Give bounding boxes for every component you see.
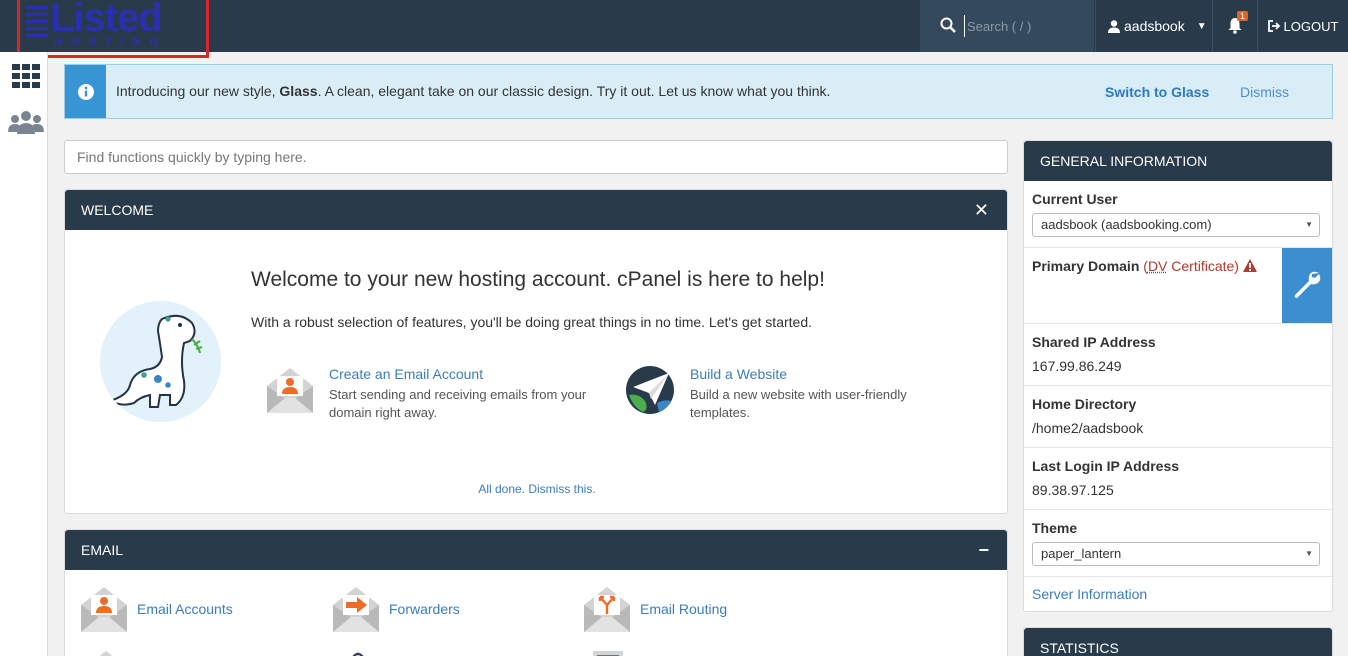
grid-icon[interactable]: [12, 64, 40, 88]
chevron-down-icon: ▼: [1197, 21, 1207, 32]
last-login-value: 89.38.97.125: [1032, 482, 1332, 498]
notifications-button[interactable]: 1: [1212, 0, 1257, 52]
create-email-feature: Create an Email Account Start sending an…: [329, 366, 589, 422]
current-user-value: aadsbook (aadsbooking.com): [1041, 217, 1212, 232]
last-login-label: Last Login IP Address: [1032, 458, 1332, 474]
manage-domain-button[interactable]: [1282, 248, 1332, 323]
notification-badge: 1: [1237, 11, 1248, 21]
cert-dv-abbr: DV: [1148, 258, 1167, 274]
welcome-header-title: WELCOME: [81, 202, 153, 218]
envelope-icon: [85, 647, 127, 656]
theme-value: paper_lantern: [1041, 546, 1121, 561]
general-information-header: GENERAL INFORMATION: [1024, 141, 1332, 181]
user-menu[interactable]: aadsbook ▼: [1095, 0, 1212, 52]
switch-to-glass-link[interactable]: Switch to Glass: [1105, 84, 1209, 100]
forwarders-icon: [331, 585, 381, 633]
forwarders-label: Forwarders: [389, 601, 460, 617]
logout-button[interactable]: LOGOUT: [1257, 0, 1348, 52]
primary-domain-row: Primary Domain (DV Certificate): [1024, 247, 1332, 323]
theme-label: Theme: [1032, 520, 1332, 536]
email-accounts-icon: [79, 585, 129, 633]
forwarders-item[interactable]: Forwarders: [331, 585, 460, 633]
email-panel: EMAIL − Email Accounts Forwarders Email …: [64, 529, 1008, 656]
create-email-link[interactable]: Create an Email Account: [329, 366, 589, 382]
brand-logo[interactable]: Listed HOSTING: [17, 0, 209, 58]
top-bar: Listed HOSTING aadsbook ▼ 1 LOGOUT: [0, 0, 1348, 52]
warning-icon: [1243, 259, 1257, 272]
users-icon[interactable]: [8, 110, 44, 136]
current-user-row: Current User aadsbook (aadsbooking.com): [1024, 181, 1332, 247]
create-email-desc: Start sending and receiving emails from …: [329, 386, 589, 422]
wrench-icon: [1292, 270, 1322, 300]
left-rail: [0, 52, 48, 656]
current-user-select[interactable]: aadsbook (aadsbooking.com): [1032, 213, 1320, 237]
shared-ip-value: 167.99.86.249: [1032, 358, 1332, 374]
envelope-icon: [337, 647, 379, 656]
notice-text-part: . A clean, elegant take on our classic d…: [318, 83, 831, 99]
server-info-row: Server Information: [1024, 576, 1332, 612]
dismiss-link[interactable]: Dismiss: [1240, 84, 1289, 100]
welcome-panel: WELCOME ✕ Welcome to your new hosting ac…: [64, 189, 1008, 514]
dismiss-welcome-link: All done. Dismiss this.: [65, 482, 1009, 496]
glass-notice: Introducing our new style, Glass. A clea…: [64, 64, 1333, 119]
statistics-panel: STATISTICS: [1023, 627, 1333, 656]
top-search: [920, 0, 1094, 52]
home-directory-label: Home Directory: [1032, 396, 1332, 412]
email-routing-item[interactable]: Email Routing: [582, 585, 727, 633]
logout-label: LOGOUT: [1284, 19, 1339, 34]
collapse-icon[interactable]: −: [978, 530, 989, 570]
home-directory-row: Home Directory /home2/aadsbook: [1024, 385, 1332, 447]
build-website-icon[interactable]: [625, 365, 675, 415]
logo-lines: [26, 6, 48, 41]
statistics-header: STATISTICS: [1024, 628, 1332, 656]
email-header-title: EMAIL: [81, 542, 123, 558]
last-login-row: Last Login IP Address 89.38.97.125: [1024, 447, 1332, 509]
welcome-header: WELCOME ✕: [65, 190, 1007, 230]
primary-domain-label-text: Primary Domain: [1032, 258, 1139, 274]
general-information-panel: GENERAL INFORMATION Current User aadsboo…: [1023, 140, 1333, 612]
search-icon: [940, 17, 956, 33]
notice-text: Introducing our new style, Glass. A clea…: [116, 83, 830, 99]
document-icon: [587, 647, 629, 656]
logo-text: Listed: [50, 0, 162, 41]
email-header: EMAIL −: [65, 530, 1007, 570]
build-website-desc: Build a new website with user-friendly t…: [690, 386, 940, 422]
username: aadsbook: [1124, 18, 1185, 34]
shared-ip-label: Shared IP Address: [1032, 334, 1332, 350]
notice-text-part: Introducing our new style,: [116, 83, 279, 99]
email-accounts-item[interactable]: Email Accounts: [79, 585, 233, 633]
server-information-link[interactable]: Server Information: [1032, 586, 1147, 602]
build-website-feature: Build a Website Build a new website with…: [690, 366, 940, 422]
welcome-subtitle: With a robust selection of features, you…: [251, 314, 812, 330]
theme-select[interactable]: paper_lantern: [1032, 542, 1320, 566]
home-directory-value: /home2/aadsbook: [1032, 420, 1332, 436]
user-icon: [1108, 20, 1120, 33]
close-icon[interactable]: ✕: [974, 190, 989, 230]
logout-icon: [1268, 20, 1281, 32]
build-website-link[interactable]: Build a Website: [690, 366, 940, 382]
notice-text-bold: Glass: [279, 83, 317, 99]
certificate-status[interactable]: (DV Certificate): [1143, 258, 1239, 274]
cert-rest: Certificate): [1167, 258, 1239, 274]
shared-ip-row: Shared IP Address 167.99.86.249: [1024, 323, 1332, 385]
welcome-title: Welcome to your new hosting account. cPa…: [251, 268, 825, 292]
create-email-icon[interactable]: [265, 366, 315, 416]
email-routing-icon: [582, 585, 632, 633]
logo-subtext: HOSTING: [54, 36, 167, 48]
current-user-label: Current User: [1032, 191, 1332, 207]
dinosaur-illustration: [100, 301, 221, 422]
search-input[interactable]: [964, 15, 1084, 37]
info-icon: [77, 83, 95, 101]
theme-row: Theme paper_lantern: [1024, 509, 1332, 576]
quick-find-input[interactable]: [64, 140, 1008, 174]
notice-accent: [65, 65, 106, 118]
email-routing-label: Email Routing: [640, 601, 727, 617]
dismiss-welcome-text[interactable]: All done. Dismiss this.: [478, 482, 595, 496]
email-accounts-label: Email Accounts: [137, 601, 233, 617]
